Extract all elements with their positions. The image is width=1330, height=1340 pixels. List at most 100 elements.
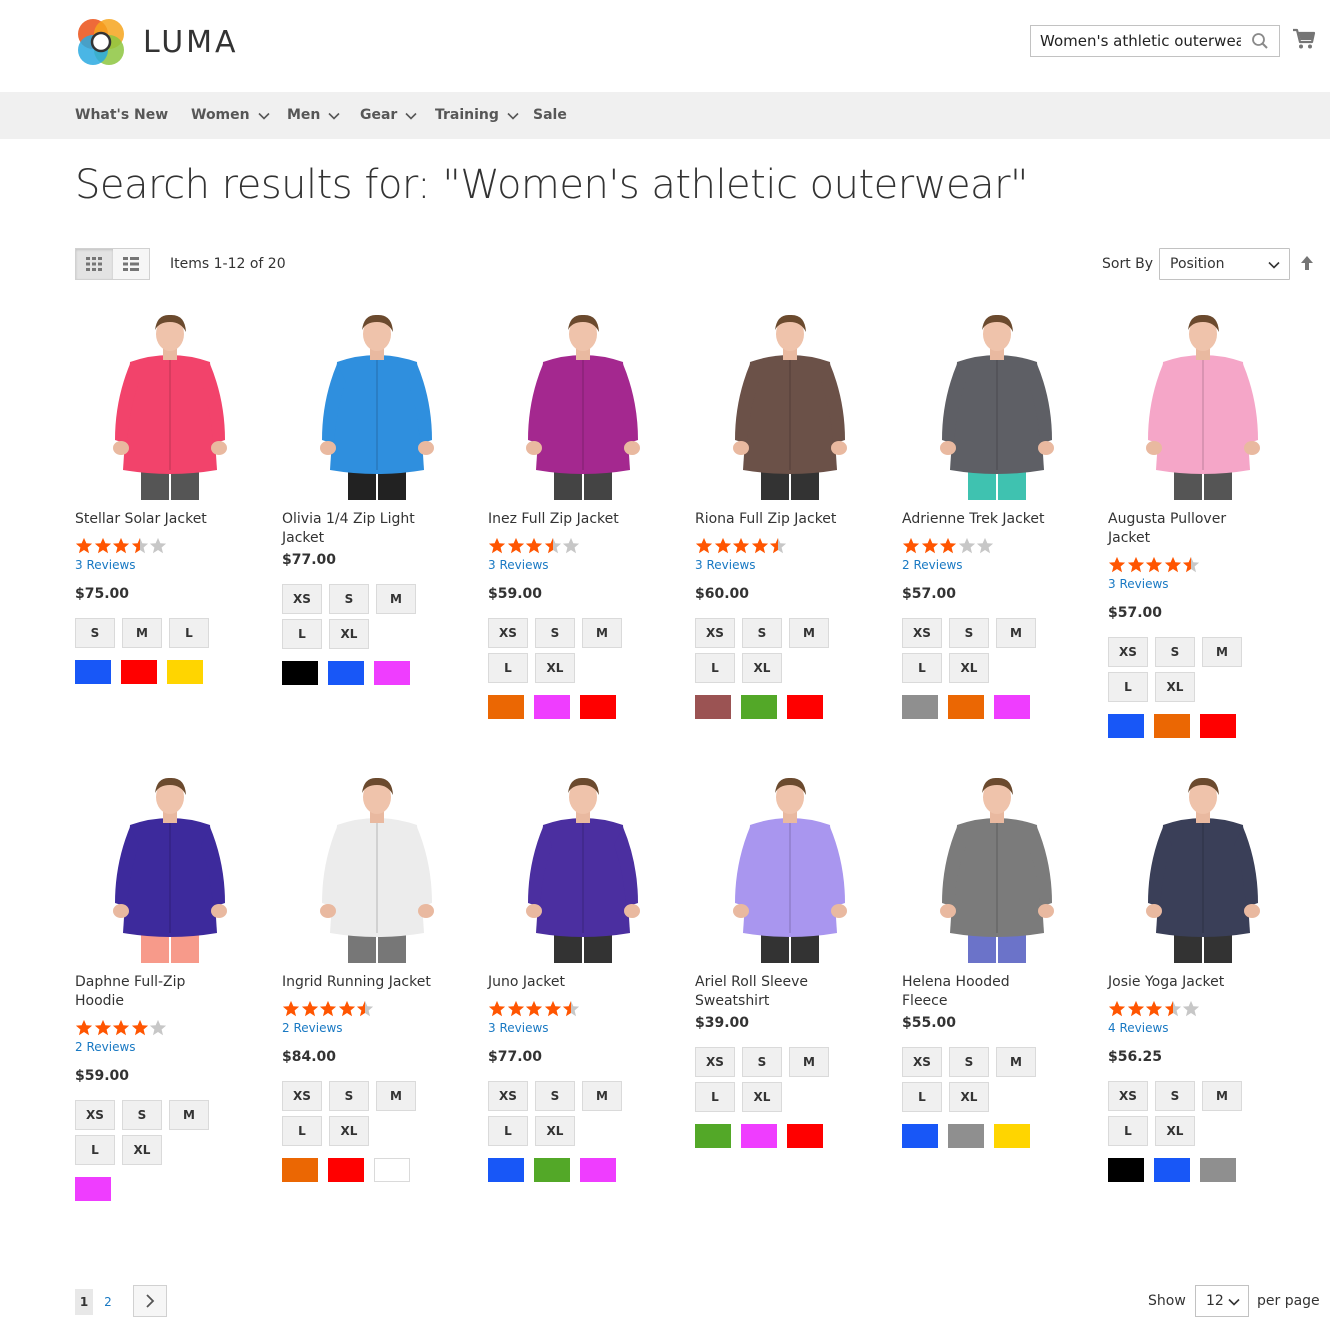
product-name-link[interactable]: Olivia 1/4 Zip Light Jacket — [282, 510, 432, 548]
size-option-xs[interactable]: XS — [282, 1081, 322, 1111]
size-option-s[interactable]: S — [949, 1047, 989, 1077]
size-option-xl[interactable]: XL — [535, 653, 575, 683]
pagination-next-button[interactable] — [133, 1285, 167, 1317]
color-swatch[interactable] — [488, 695, 524, 719]
limiter-select[interactable]: 12 — [1195, 1285, 1249, 1317]
size-option-xl[interactable]: XL — [742, 1082, 782, 1112]
size-option-s[interactable]: S — [535, 1081, 575, 1111]
product-photo[interactable] — [695, 773, 885, 963]
product-photo[interactable] — [488, 310, 678, 500]
color-swatch[interactable] — [534, 695, 570, 719]
reviews-link[interactable]: 3 Reviews — [1108, 577, 1169, 591]
color-swatch[interactable] — [1200, 714, 1236, 738]
reviews-link[interactable]: 2 Reviews — [282, 1021, 343, 1035]
product-name-link[interactable]: Helena Hooded Fleece — [902, 973, 1052, 1011]
color-swatch[interactable] — [374, 1158, 410, 1182]
color-swatch[interactable] — [1108, 1158, 1144, 1182]
size-option-xs[interactable]: XS — [488, 1081, 528, 1111]
size-option-xl[interactable]: XL — [329, 619, 369, 649]
shopping-cart-icon[interactable] — [1292, 27, 1316, 51]
size-option-l[interactable]: L — [282, 1116, 322, 1146]
size-option-l[interactable]: L — [75, 1135, 115, 1165]
size-option-m[interactable]: M — [376, 1081, 416, 1111]
size-option-l[interactable]: L — [1108, 672, 1148, 702]
reviews-link[interactable]: 4 Reviews — [1108, 1021, 1169, 1035]
size-option-xl[interactable]: XL — [122, 1135, 162, 1165]
reviews-link[interactable]: 3 Reviews — [695, 558, 756, 572]
color-swatch[interactable] — [787, 1124, 823, 1148]
product-photo[interactable] — [488, 773, 678, 963]
color-swatch[interactable] — [948, 1124, 984, 1148]
size-option-s[interactable]: S — [329, 1081, 369, 1111]
size-option-l[interactable]: L — [902, 1082, 942, 1112]
size-option-s[interactable]: S — [742, 1047, 782, 1077]
size-option-m[interactable]: M — [1202, 1081, 1242, 1111]
pagination-page-2-link[interactable]: 2 — [99, 1289, 117, 1315]
size-option-xl[interactable]: XL — [742, 653, 782, 683]
product-photo[interactable] — [75, 310, 265, 500]
size-option-l[interactable]: L — [902, 653, 942, 683]
size-option-xs[interactable]: XS — [902, 1047, 942, 1077]
color-swatch[interactable] — [994, 695, 1030, 719]
size-option-m[interactable]: M — [996, 1047, 1036, 1077]
reviews-link[interactable]: 3 Reviews — [488, 558, 549, 572]
size-option-s[interactable]: S — [122, 1100, 162, 1130]
nav-item-women[interactable]: Women — [191, 92, 270, 139]
color-swatch[interactable] — [902, 695, 938, 719]
size-option-s[interactable]: S — [75, 618, 115, 648]
color-swatch[interactable] — [741, 695, 777, 719]
size-option-l[interactable]: L — [488, 1116, 528, 1146]
size-option-l[interactable]: L — [695, 653, 735, 683]
color-swatch[interactable] — [741, 1124, 777, 1148]
product-name-link[interactable]: Augusta Pullover Jacket — [1108, 510, 1258, 548]
product-photo[interactable] — [902, 773, 1092, 963]
size-option-l[interactable]: L — [169, 618, 209, 648]
size-option-m[interactable]: M — [169, 1100, 209, 1130]
product-name-link[interactable]: Juno Jacket — [488, 973, 638, 992]
size-option-s[interactable]: S — [329, 584, 369, 614]
product-name-link[interactable]: Riona Full Zip Jacket — [695, 510, 845, 529]
luma-logo[interactable]: LUMA — [75, 16, 239, 68]
size-option-s[interactable]: S — [1155, 1081, 1195, 1111]
size-option-s[interactable]: S — [949, 618, 989, 648]
color-swatch[interactable] — [282, 661, 318, 685]
color-swatch[interactable] — [1200, 1158, 1236, 1182]
color-swatch[interactable] — [580, 695, 616, 719]
product-name-link[interactable]: Inez Full Zip Jacket — [488, 510, 638, 529]
size-option-xs[interactable]: XS — [695, 1047, 735, 1077]
size-option-xs[interactable]: XS — [1108, 637, 1148, 667]
size-option-xl[interactable]: XL — [949, 653, 989, 683]
size-option-m[interactable]: M — [376, 584, 416, 614]
color-swatch[interactable] — [121, 660, 157, 684]
color-swatch[interactable] — [1154, 1158, 1190, 1182]
size-option-m[interactable]: M — [582, 618, 622, 648]
product-photo[interactable] — [902, 310, 1092, 500]
color-swatch[interactable] — [580, 1158, 616, 1182]
color-swatch[interactable] — [75, 660, 111, 684]
nav-item-training[interactable]: Training — [435, 92, 519, 139]
product-photo[interactable] — [695, 310, 885, 500]
search-icon[interactable] — [1251, 32, 1269, 50]
product-name-link[interactable]: Josie Yoga Jacket — [1108, 973, 1258, 992]
reviews-link[interactable]: 2 Reviews — [75, 1040, 136, 1054]
nav-item-gear[interactable]: Gear — [360, 92, 417, 139]
color-swatch[interactable] — [695, 695, 731, 719]
product-photo[interactable] — [1108, 310, 1298, 500]
color-swatch[interactable] — [167, 660, 203, 684]
size-option-s[interactable]: S — [742, 618, 782, 648]
size-option-xs[interactable]: XS — [282, 584, 322, 614]
size-option-m[interactable]: M — [789, 618, 829, 648]
color-swatch[interactable] — [1154, 714, 1190, 738]
color-swatch[interactable] — [328, 1158, 364, 1182]
product-photo[interactable] — [1108, 773, 1298, 963]
product-name-link[interactable]: Adrienne Trek Jacket — [902, 510, 1052, 529]
nav-item-whats-new[interactable]: What's New — [75, 92, 168, 139]
product-name-link[interactable]: Ingrid Running Jacket — [282, 973, 432, 992]
size-option-xs[interactable]: XS — [695, 618, 735, 648]
color-swatch[interactable] — [948, 695, 984, 719]
reviews-link[interactable]: 3 Reviews — [75, 558, 136, 572]
color-swatch[interactable] — [534, 1158, 570, 1182]
size-option-xs[interactable]: XS — [488, 618, 528, 648]
size-option-m[interactable]: M — [996, 618, 1036, 648]
size-option-s[interactable]: S — [1155, 637, 1195, 667]
